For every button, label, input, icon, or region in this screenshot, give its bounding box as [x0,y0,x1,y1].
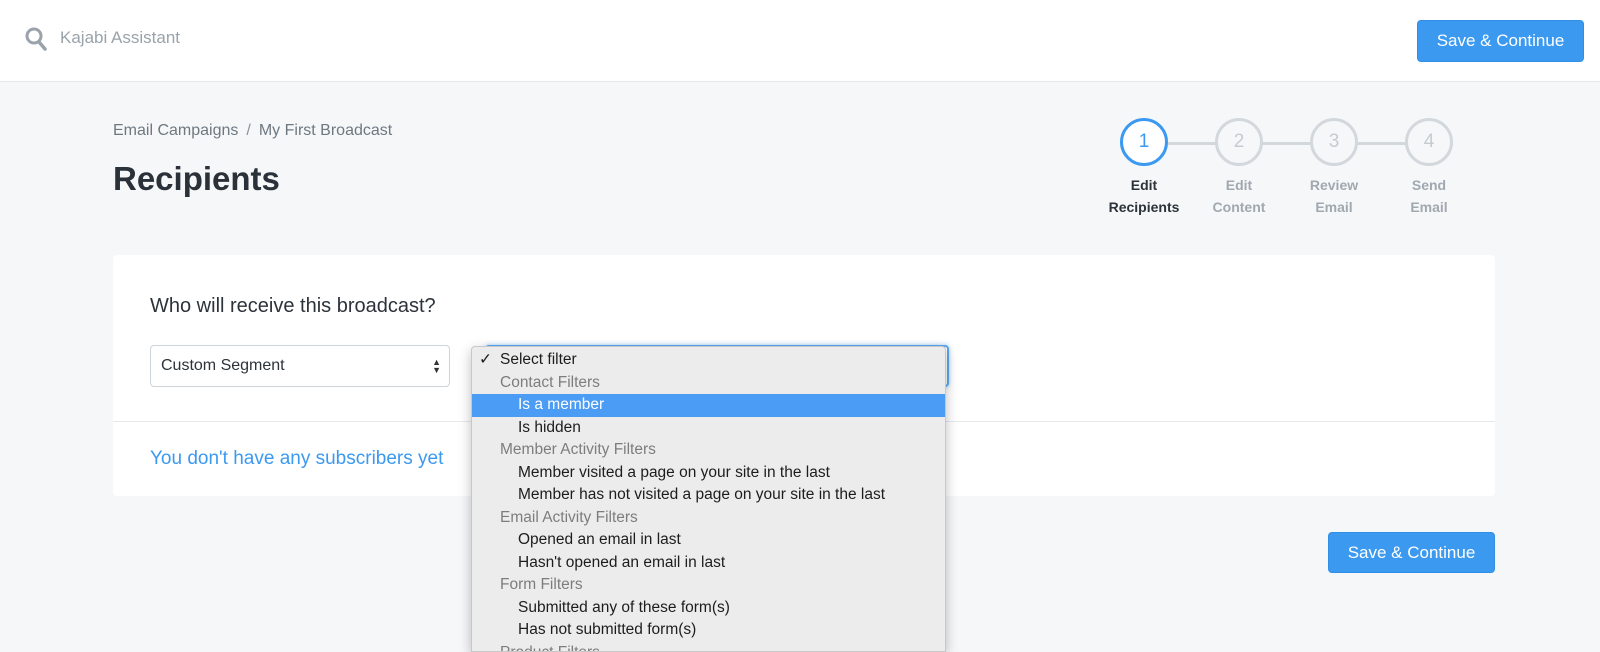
dropdown-option-label: Submitted any of these form(s) [518,598,730,616]
segment-select-value: Custom Segment [161,357,285,374]
select-arrows-icon: ▲ ▼ [432,357,441,375]
dropdown-option[interactable]: Member visited a page on your site in th… [472,462,945,485]
search-icon[interactable] [24,26,48,52]
step-review-email[interactable]: 3 Review Email [1286,118,1382,218]
step-number: 3 [1310,118,1358,166]
step-number: 1 [1120,118,1168,166]
step-label: Edit Recipients [1108,177,1180,215]
no-subscribers-message: You don't have any subscribers yet [150,448,444,469]
dropdown-option[interactable]: Is a member [472,394,945,417]
dropdown-option[interactable]: Hasn't opened an email in last [472,552,945,575]
dropdown-option-label: Form Filters [500,576,583,593]
dropdown-option-label: Is a member [518,396,605,413]
checkmark-icon: ✓ [479,351,492,368]
dropdown-group-label: Member Activity Filters [472,439,945,462]
segment-select[interactable]: Custom Segment ▲ ▼ [150,345,450,387]
dropdown-group-label: Product Filters [472,642,945,652]
dropdown-option-label: Hasn't opened an email in last [518,553,726,571]
dropdown-group-label: Contact Filters [472,372,945,395]
step-edit-content[interactable]: 2 Edit Content [1191,118,1287,218]
dropdown-option-label: Product Filters [500,643,600,652]
breadcrumb-email-campaigns[interactable]: Email Campaigns [113,122,238,140]
dropdown-option-label: Contact Filters [500,373,600,391]
dropdown-option[interactable]: Has not submitted form(s) [472,619,945,642]
dropdown-option-label: Email Activity Filters [500,508,638,526]
recipients-question: Who will receive this broadcast? [150,295,436,317]
dropdown-option[interactable]: Is hidden [472,417,945,440]
filter-dropdown-menu[interactable]: ✓ Select filter Contact Filters Is a member… [471,346,946,652]
dropdown-option-label: Has not submitted form(s) [518,621,697,638]
breadcrumb-current: My First Broadcast [258,122,393,139]
step-send-email[interactable]: 4 Send Email [1381,118,1477,218]
progress-stepper: 1 Edit Recipients 2 Edit Content 3 Review E… [1109,118,1500,228]
breadcrumb: Email Campaigns / My First Broadcast [113,122,392,140]
breadcrumb-separator: / [246,122,251,139]
save-continue-button-bottom[interactable]: Save & Continue [1328,532,1495,573]
step-number: 4 [1405,118,1453,166]
dropdown-option-label: Member visited a page on your site in th… [518,463,830,481]
dropdown-option-label: Select filter [500,351,577,368]
step-edit-recipients[interactable]: 1 Edit Recipients [1096,118,1192,218]
step-label: Review Email [1309,177,1359,215]
assistant-search-input[interactable]: Kajabi Assistant [60,28,180,48]
step-label: Send Email [1410,177,1448,215]
step-number: 2 [1215,118,1263,166]
dropdown-group-label: Form Filters [472,574,945,597]
dropdown-option-label: Is hidden [518,418,581,436]
dropdown-option[interactable]: ✓ Select filter [472,349,945,372]
save-continue-button-top[interactable]: Save & Continue [1417,20,1584,62]
dropdown-option-label: Member has not visited a page on your si… [518,486,886,503]
dropdown-group-label: Email Activity Filters [472,507,945,530]
page-title: Recipients [113,160,280,197]
dropdown-option-label: Opened an email in last [518,531,681,548]
step-label: Edit Content [1212,177,1266,215]
dropdown-option[interactable]: Submitted any of these form(s) [472,597,945,620]
dropdown-option[interactable]: Opened an email in last [472,529,945,552]
top-bar: Kajabi Assistant Save & Continue [0,0,1600,82]
dropdown-option[interactable]: Member has not visited a page on your si… [472,484,945,507]
dropdown-option-label: Member Activity Filters [500,441,656,458]
